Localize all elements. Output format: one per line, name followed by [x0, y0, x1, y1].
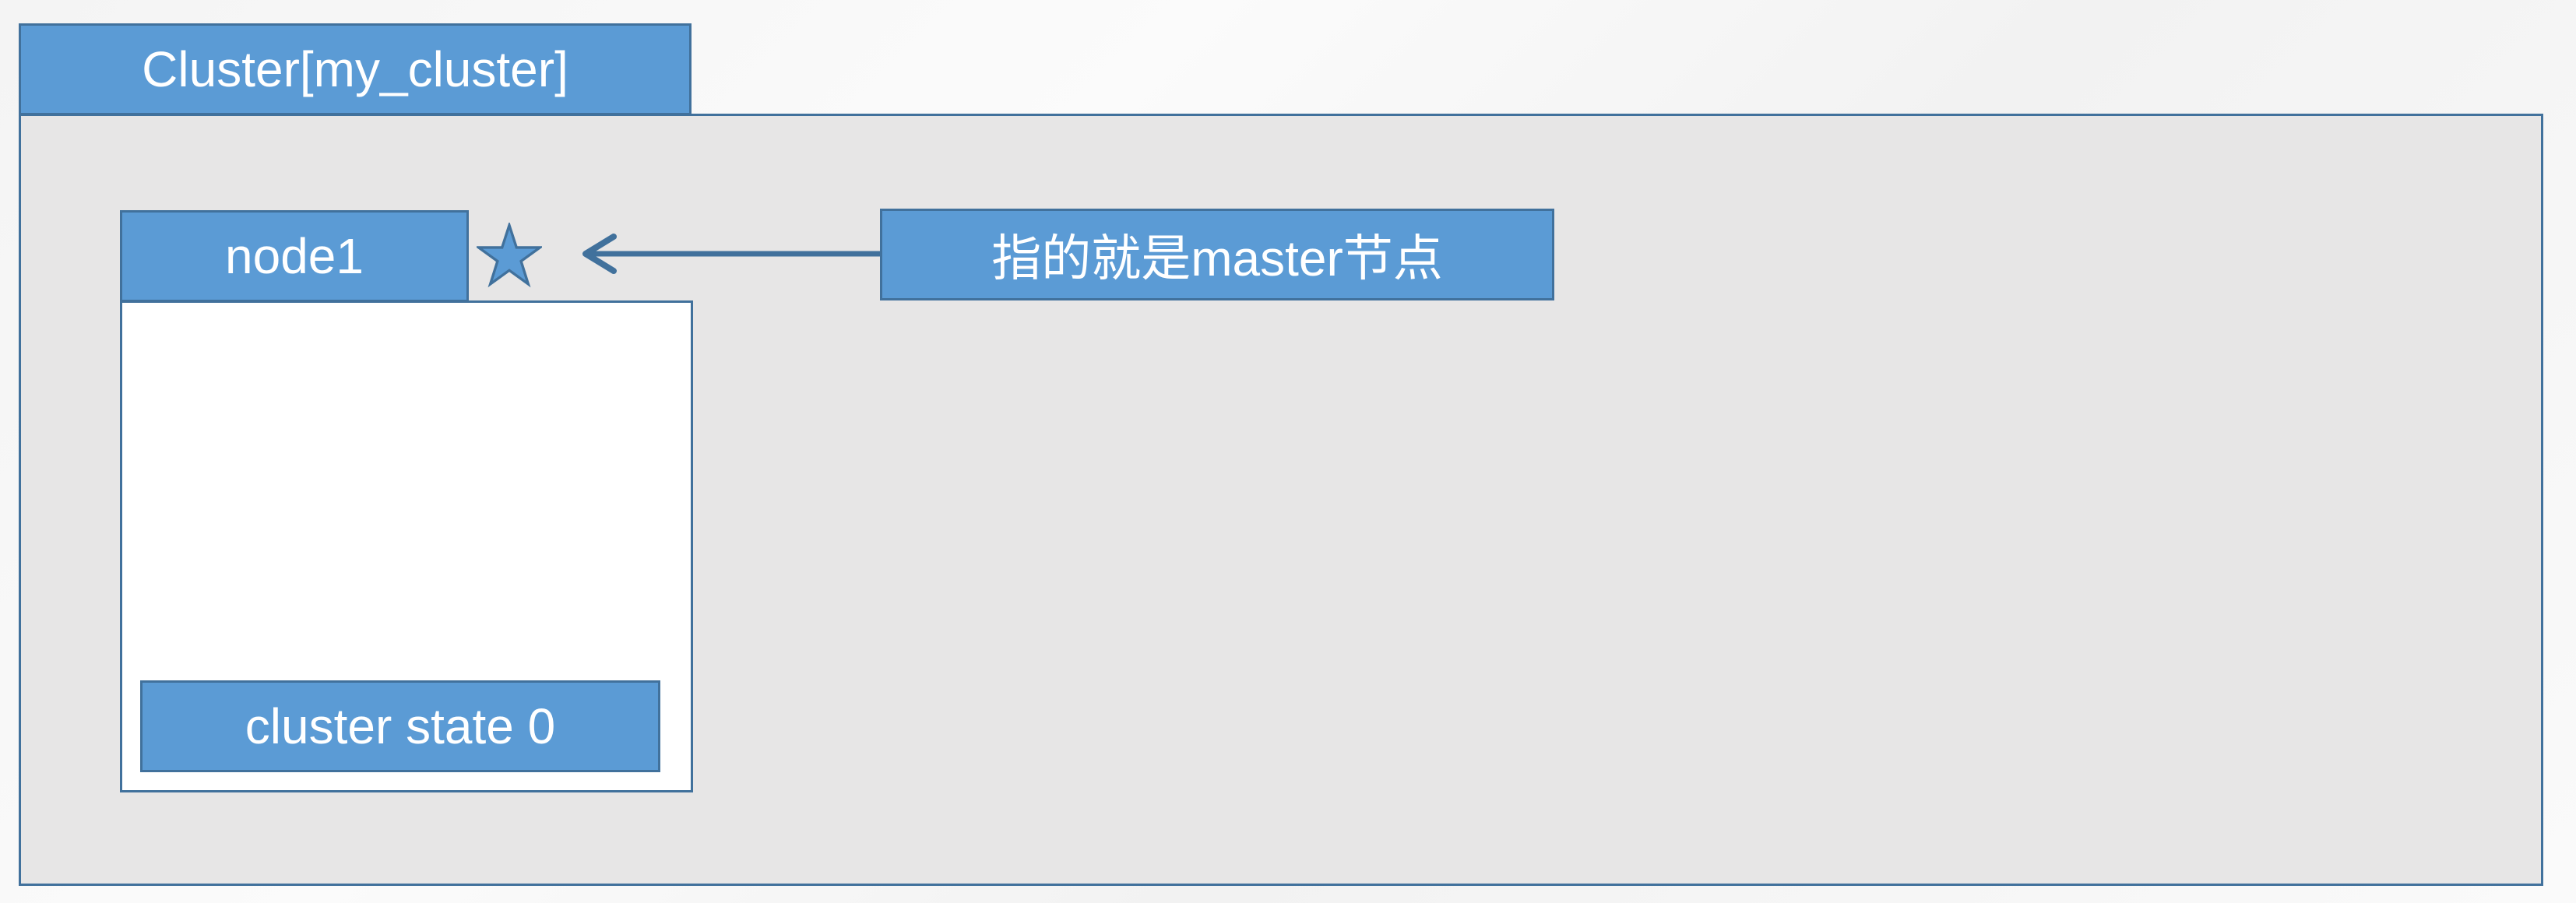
- node-title: node1: [120, 210, 469, 302]
- cluster-title: Cluster[my_cluster]: [19, 23, 692, 115]
- cluster-title-label: Cluster[my_cluster]: [142, 41, 568, 97]
- node-title-label: node1: [225, 228, 364, 284]
- cluster-state-box: cluster state 0: [140, 680, 660, 772]
- cluster-state-label: cluster state 0: [245, 698, 556, 754]
- star-icon: [477, 223, 542, 288]
- callout-label: 指的就是master节点: [991, 230, 1443, 286]
- master-node-callout: 指的就是master节点: [880, 209, 1554, 300]
- arrow-left-icon: [579, 230, 883, 277]
